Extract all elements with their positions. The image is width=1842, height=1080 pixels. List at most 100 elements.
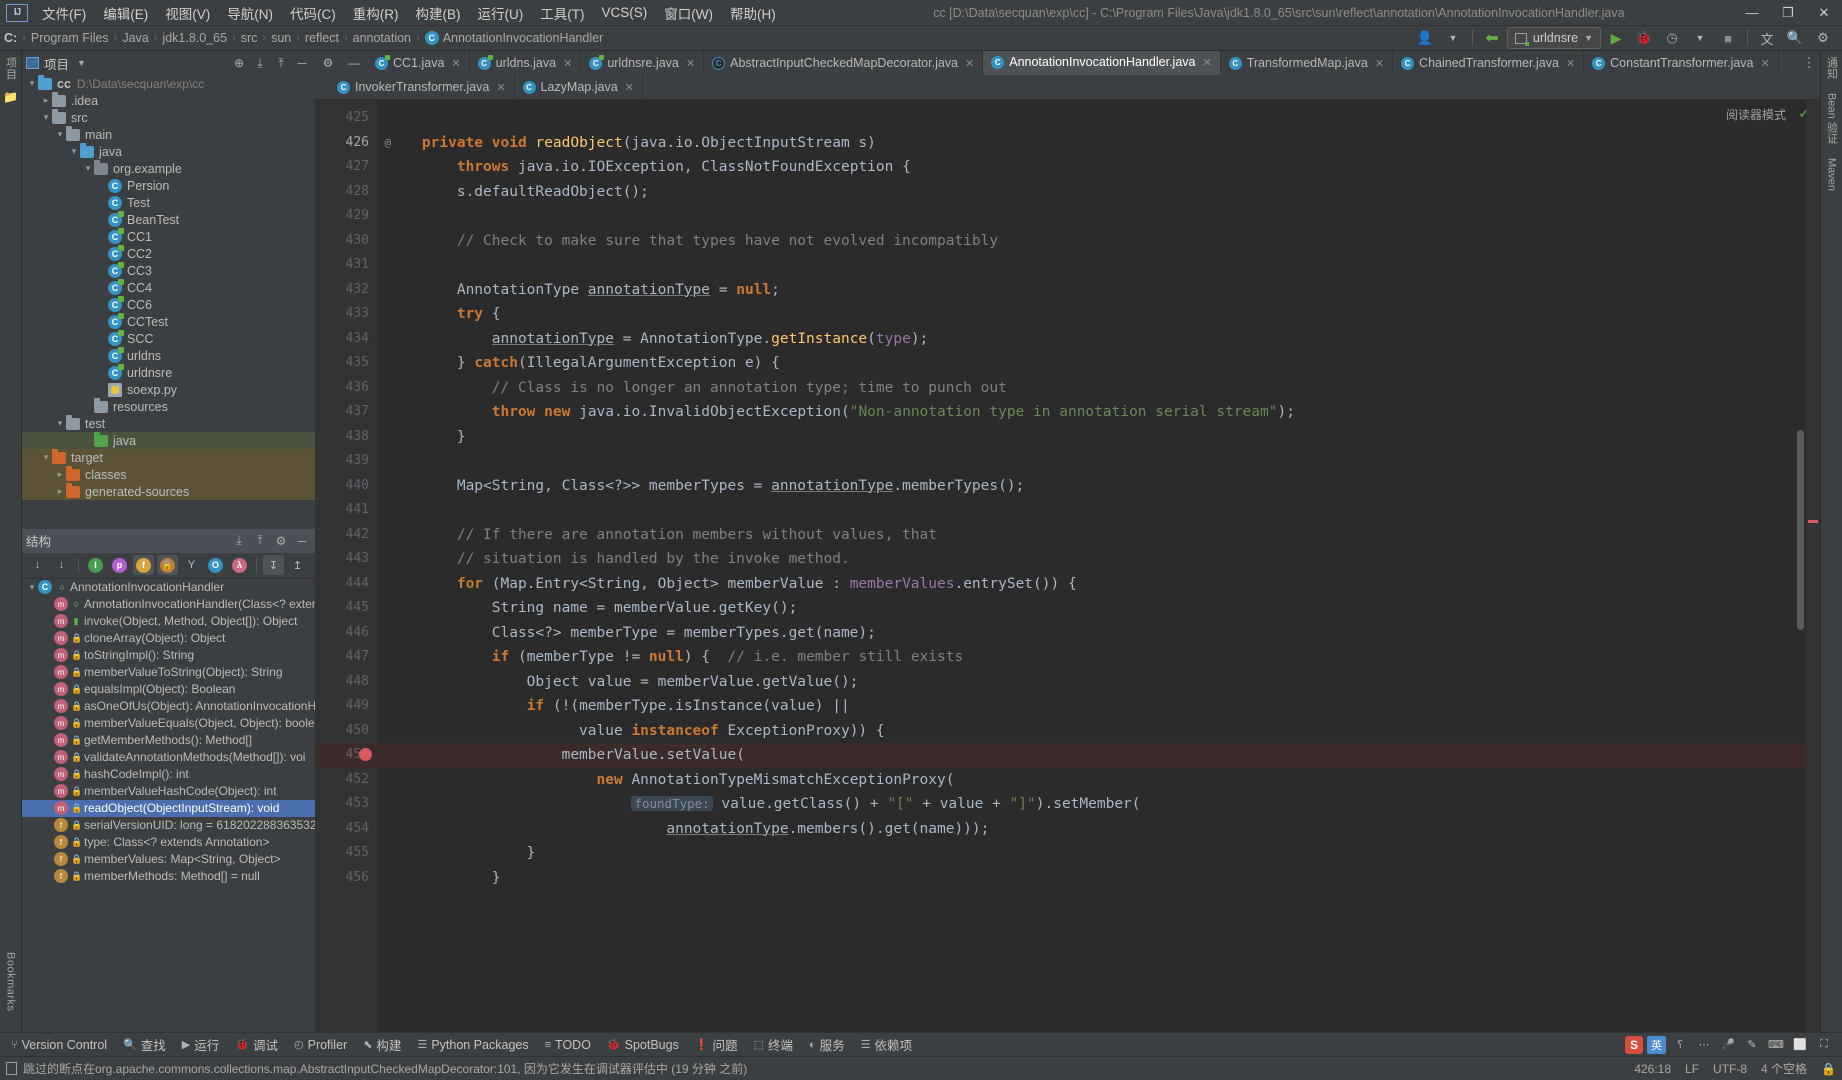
menu-run[interactable]: 运行(U): [470, 0, 532, 26]
menu-help[interactable]: 帮助(H): [722, 0, 784, 26]
run-configuration-selector[interactable]: urldnsre ▼: [1506, 27, 1601, 49]
code-line[interactable]: String name = memberValue.getKey();: [387, 596, 1820, 621]
source-code[interactable]: private void readObject(java.io.ObjectIn…: [377, 100, 1820, 1032]
toolwindow-button[interactable]: 🐞 SpotBugs: [600, 1036, 686, 1054]
code-line[interactable]: if (!(memberType.isInstance(value) ||: [387, 694, 1820, 719]
tray-icon[interactable]: ⌨: [1766, 1036, 1786, 1054]
line-number[interactable]: 435: [315, 351, 377, 376]
breadcrumb-src[interactable]: src: [241, 31, 258, 45]
hide-panel-button[interactable]: ─: [293, 532, 311, 550]
structure-tree-row[interactable]: ▾m🔒memberValueHashCode(Object): int: [22, 783, 315, 800]
maximize-button[interactable]: ❐: [1770, 0, 1806, 26]
code-line[interactable]: AnnotationType annotationType = null;: [387, 278, 1820, 303]
project-tree-row[interactable]: ▸ generated-sources: [22, 482, 315, 500]
show-inherited-button[interactable]: I: [85, 555, 106, 575]
code-line[interactable]: [387, 253, 1820, 278]
project-tree-row[interactable]: ▸CBeanTest: [22, 210, 315, 228]
run-icon[interactable]: ▶: [1603, 27, 1629, 49]
line-separator[interactable]: LF: [1685, 1062, 1699, 1076]
error-stripe-bar[interactable]: [1806, 100, 1820, 1032]
rail-bean-validation-label[interactable]: Bean 验证: [1824, 93, 1840, 144]
rail-project-label[interactable]: 项目: [3, 57, 19, 80]
show-fields-button[interactable]: f: [133, 555, 154, 575]
chevron-down-icon[interactable]: ▾: [40, 112, 52, 123]
toolwindow-button[interactable]: ☰ Python Packages: [410, 1036, 535, 1054]
line-number[interactable]: 427: [315, 155, 377, 180]
code-line[interactable]: Class<?> memberType = memberTypes.get(na…: [387, 621, 1820, 646]
code-line[interactable]: }: [387, 425, 1820, 450]
project-tree-row[interactable]: ▸CPersion: [22, 177, 315, 194]
toolwindow-button[interactable]: ◴ Profiler: [287, 1036, 354, 1054]
code-line[interactable]: // Check to make sure that types have no…: [387, 229, 1820, 254]
collapse-all-button[interactable]: ⤒: [251, 532, 269, 550]
toolwindow-button[interactable]: ≡ TODO: [538, 1036, 598, 1054]
line-number[interactable]: 429: [315, 204, 377, 229]
toolwindow-button[interactable]: 🐞 调试: [228, 1033, 285, 1056]
tray-icon[interactable]: ⬜: [1790, 1036, 1810, 1054]
line-number[interactable]: 453: [315, 792, 377, 817]
code-line[interactable]: } catch(IllegalArgumentException e) {: [387, 351, 1820, 376]
project-tree-row[interactable]: ▸CCC2: [22, 244, 315, 262]
editor-tab[interactable]: C LazyMap.java ✕: [515, 75, 643, 99]
line-number[interactable]: 451: [315, 743, 377, 768]
line-number[interactable]: 428: [315, 180, 377, 205]
structure-tree-row[interactable]: ▾m🔒asOneOfUs(Object): AnnotationInvocati…: [22, 698, 315, 715]
code-line[interactable]: for (Map.Entry<String, Object> memberVal…: [387, 572, 1820, 597]
code-line[interactable]: memberValue.setValue(: [377, 743, 1820, 768]
editor-tab[interactable]: C TransformedMap.java ✕: [1221, 51, 1394, 75]
translate-icon[interactable]: 文: [1754, 27, 1780, 49]
close-tab-icon[interactable]: ✕: [451, 57, 460, 70]
project-tree-row[interactable]: ▾ java: [22, 142, 315, 160]
collapse-all-button[interactable]: ↥: [287, 555, 308, 575]
show-properties-button[interactable]: p: [109, 555, 130, 575]
line-number[interactable]: 438: [315, 425, 377, 450]
project-tree-row[interactable]: ▸ .idea: [22, 91, 315, 109]
line-number[interactable]: 434: [315, 327, 377, 352]
tray-icon[interactable]: ⸮: [1670, 1036, 1690, 1054]
editor-tab[interactable]: Curldnsre.java ✕: [581, 51, 705, 75]
structure-tree-row[interactable]: ▾m🔒getMemberMethods(): Method[]: [22, 732, 315, 749]
tray-icon[interactable]: ⛶: [1814, 1036, 1834, 1054]
project-tree-row[interactable]: ▸CCCTest: [22, 312, 315, 330]
code-line[interactable]: [387, 106, 1820, 131]
chevron-down-icon[interactable]: ▾: [54, 129, 66, 140]
scroll-from-source-button[interactable]: ⊕: [230, 54, 248, 72]
line-number[interactable]: 432: [315, 278, 377, 303]
breadcrumb-program-files[interactable]: Program Files: [31, 31, 109, 45]
menu-edit[interactable]: 编辑(E): [95, 0, 156, 26]
project-tree-row[interactable]: ▸CCC1: [22, 227, 315, 245]
project-tree-row[interactable]: ▾ cc D:\Data\secquan\exp\cc: [22, 75, 315, 92]
project-tree-row[interactable]: ▾ src: [22, 108, 315, 126]
structure-tree-row[interactable]: ▾m🔒validateAnnotationMethods(Method[]): …: [22, 749, 315, 766]
toolwindow-button[interactable]: ☰ 依赖项: [854, 1033, 919, 1056]
line-number[interactable]: 452: [315, 768, 377, 793]
close-button[interactable]: ✕: [1806, 0, 1842, 26]
line-number[interactable]: 450: [315, 719, 377, 744]
build-hammer-icon[interactable]: ⬉: [1475, 21, 1509, 55]
menu-code[interactable]: 代码(C): [282, 0, 344, 26]
show-interfaces-button[interactable]: O: [205, 555, 226, 575]
line-number[interactable]: 455: [315, 841, 377, 866]
project-tree-row[interactable]: ▾ main: [22, 125, 315, 143]
chevron-down-icon[interactable]: ▼: [1687, 27, 1713, 49]
close-tab-icon[interactable]: ✕: [1375, 57, 1384, 70]
structure-tree-row[interactable]: ▾m🔒cloneArray(Object): Object: [22, 630, 315, 647]
search-everywhere-icon[interactable]: 🔍: [1782, 27, 1808, 49]
structure-tree-row[interactable]: ▾f🔒memberMethods: Method[] = null: [22, 868, 315, 885]
editor-tab[interactable]: C AbstractInputCheckedMapDecorator.java ✕: [704, 51, 984, 75]
expand-all-button[interactable]: ↧: [263, 555, 284, 575]
tray-icon[interactable]: ⋯: [1694, 1036, 1714, 1054]
expand-all-button[interactable]: ⤓: [251, 54, 269, 72]
project-tree-row[interactable]: ▸ classes: [22, 465, 315, 483]
coverage-icon[interactable]: ◷: [1659, 27, 1685, 49]
breadcrumb-annotation[interactable]: annotation: [353, 31, 411, 45]
close-tab-icon[interactable]: ✕: [965, 57, 974, 70]
close-tab-icon[interactable]: ✕: [496, 81, 505, 94]
structure-tree-row[interactable]: ▾m🔒toStringImpl(): String: [22, 647, 315, 664]
toolwindow-button[interactable]: ▶ 运行: [175, 1033, 226, 1056]
toolwindow-button[interactable]: ◐ 服务: [802, 1033, 852, 1056]
breakpoint-icon[interactable]: [359, 748, 372, 761]
sort-alphabetically-button[interactable]: ↓: [51, 555, 72, 575]
folder-icon[interactable]: 📁: [3, 90, 18, 104]
project-tree-row[interactable]: ▸Curldnsre: [22, 363, 315, 381]
